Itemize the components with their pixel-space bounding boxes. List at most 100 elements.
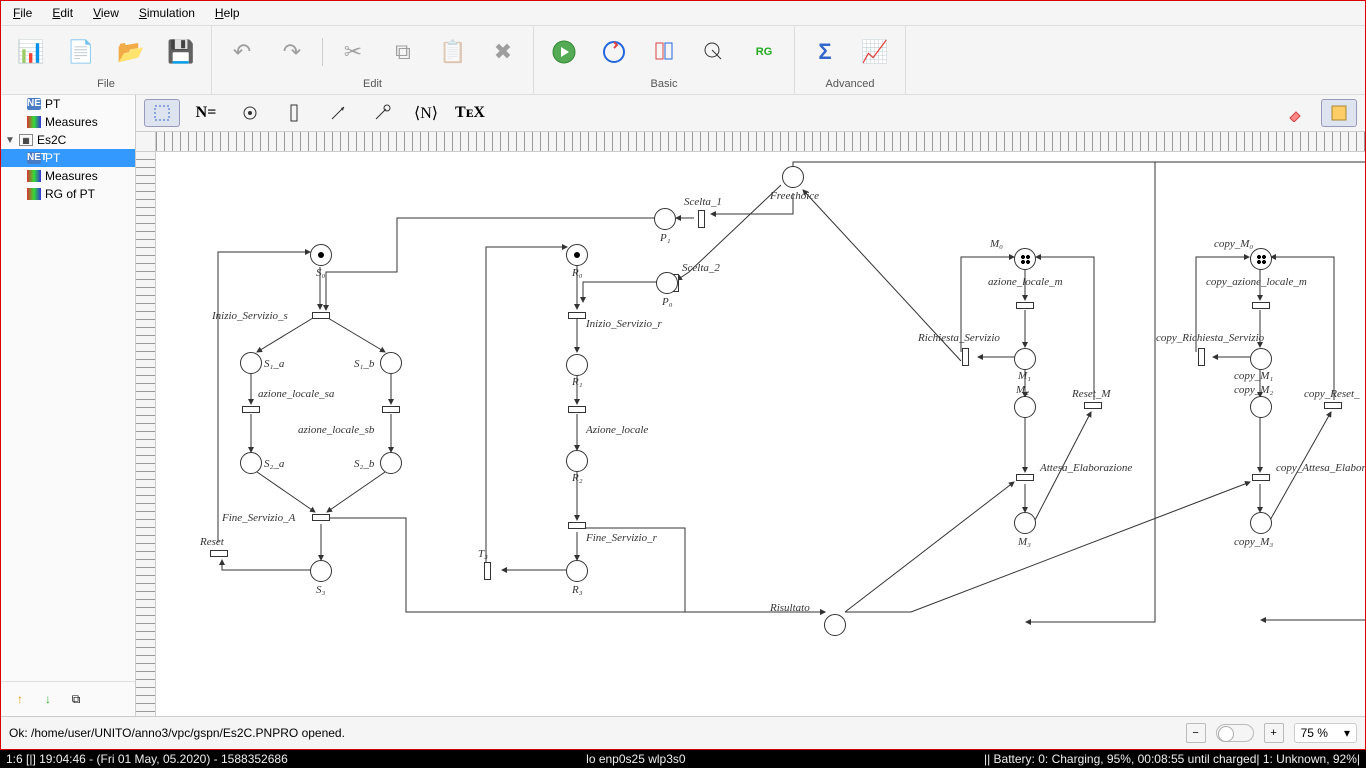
label: copy_M₂	[1234, 384, 1273, 396]
place-m2[interactable]	[1014, 396, 1036, 418]
place-m3[interactable]	[1014, 512, 1036, 534]
transition-copy-attesa[interactable]	[1252, 474, 1270, 481]
place-s2a[interactable]	[240, 452, 262, 474]
place-s0[interactable]	[310, 244, 332, 266]
measure-button[interactable]	[690, 32, 738, 72]
move-up-button[interactable]: ↑	[9, 688, 31, 710]
zoom-value: 75 %	[1301, 726, 1328, 740]
transition-tool[interactable]	[276, 99, 312, 127]
tree-item-pt[interactable]: NET PT	[1, 95, 135, 113]
select-tool[interactable]	[144, 99, 180, 127]
tex-tool[interactable]: TᴇX	[452, 99, 488, 127]
new-project-button[interactable]: 📊	[7, 32, 55, 72]
play-button[interactable]	[540, 32, 588, 72]
canvas-viewport[interactable]: Freechoice Scelta_1 P₁ Scelta_2 P₀ S₀	[156, 152, 1365, 716]
transition-fine-s[interactable]	[312, 514, 330, 521]
transition-copy-reset[interactable]	[1324, 402, 1342, 409]
place-risultato[interactable]	[824, 614, 846, 636]
mode-toggle[interactable]	[1216, 724, 1254, 742]
transition-az-sa[interactable]	[242, 406, 260, 413]
move-down-button[interactable]: ↓	[37, 688, 59, 710]
tree-item-measures[interactable]: Measures	[1, 113, 135, 131]
transition-az-sb[interactable]	[382, 406, 400, 413]
ruler-toggle[interactable]	[1321, 99, 1357, 127]
place-copy-m0[interactable]	[1250, 248, 1272, 270]
transition-rich-serv[interactable]	[962, 348, 969, 366]
label: Inizio_Servizio_r	[586, 318, 662, 330]
transition-copy-rich[interactable]	[1198, 348, 1205, 366]
tree-item-rg[interactable]: RG of PT	[1, 185, 135, 203]
menu-simulation[interactable]: Simulation	[131, 3, 203, 23]
angle-n-tool[interactable]: ⟨N⟩	[408, 99, 444, 127]
cut-button[interactable]: ✂	[329, 32, 377, 72]
transition-reset-m[interactable]	[1084, 402, 1102, 409]
arrow-up-icon: ↑	[17, 692, 23, 706]
open-button[interactable]: 📂	[107, 32, 155, 72]
transition-fine-r[interactable]	[568, 522, 586, 529]
place-s2b[interactable]	[380, 452, 402, 474]
place-copy-m2[interactable]	[1250, 396, 1272, 418]
new-page-button[interactable]: 📄	[57, 32, 105, 72]
taskbar-left: 1:6 [|] 19:04:46 - (Fri 01 May, 05.2020)…	[6, 752, 288, 766]
transition-az-locale[interactable]	[568, 406, 586, 413]
transition-copy-az-m[interactable]	[1252, 302, 1270, 309]
inhibitor-tool[interactable]	[364, 99, 400, 127]
place-copy-m1[interactable]	[1250, 348, 1272, 370]
place-m1[interactable]	[1014, 348, 1036, 370]
tree-label: Measures	[45, 115, 98, 129]
transition-inizio-r[interactable]	[568, 312, 586, 319]
sigma-button[interactable]: Σ	[801, 32, 849, 72]
place-s1b[interactable]	[380, 352, 402, 374]
eraser-tool[interactable]	[1277, 99, 1313, 127]
transition-t3[interactable]	[484, 562, 491, 580]
tree-label: Es2C	[37, 133, 66, 147]
menu-file[interactable]: FFileile	[5, 3, 40, 23]
place-m0[interactable]	[1014, 248, 1036, 270]
place-p1[interactable]	[654, 208, 676, 230]
place-s1a[interactable]	[240, 352, 262, 374]
place-tool[interactable]	[232, 99, 268, 127]
transition-reset[interactable]	[210, 550, 228, 557]
label: M₁	[1018, 370, 1031, 382]
label: Reset	[200, 536, 224, 548]
zoom-dropdown[interactable]: 75 % ▾	[1294, 723, 1357, 743]
copy-button[interactable]: ⧉	[379, 32, 427, 72]
menu-help[interactable]: Help	[207, 3, 248, 23]
transition-inizio-s[interactable]	[312, 312, 330, 319]
place-r3[interactable]	[566, 560, 588, 582]
place-copy-m3[interactable]	[1250, 512, 1272, 534]
place-s3[interactable]	[310, 560, 332, 582]
place-r1[interactable]	[566, 354, 588, 376]
place-r0[interactable]	[566, 244, 588, 266]
arc-tool[interactable]	[320, 99, 356, 127]
paste-button[interactable]: 📋	[429, 32, 477, 72]
tree-item-measures-2[interactable]: Measures	[1, 167, 135, 185]
unfold-button[interactable]	[640, 32, 688, 72]
menu-view[interactable]: View	[85, 3, 127, 23]
zoom-in-button[interactable]: +	[1264, 723, 1284, 743]
label: R₃	[572, 584, 583, 596]
tree-item-pt-selected[interactable]: NET PT	[1, 149, 135, 167]
project-tree[interactable]: NET PT Measures ▼ ▦ Es2C NET PT	[1, 95, 135, 681]
n-eq-tool[interactable]: N=	[188, 99, 224, 127]
label: Risultato	[770, 602, 810, 614]
transition-scelta1[interactable]	[698, 210, 705, 228]
place-r2[interactable]	[566, 450, 588, 472]
step-button[interactable]	[590, 32, 638, 72]
advanced-tool-button[interactable]: 📈	[851, 32, 899, 72]
menu-edit[interactable]: Edit	[44, 3, 81, 23]
label: Fine_Servizio_r	[586, 532, 657, 544]
rg-button[interactable]: RG	[740, 32, 788, 72]
tree-item-project[interactable]: ▼ ▦ Es2C	[1, 131, 135, 149]
transition-attesa[interactable]	[1016, 474, 1034, 481]
duplicate-button[interactable]: ⧉	[65, 688, 87, 710]
delete-button[interactable]: ✖	[479, 32, 527, 72]
place-freechoice[interactable]	[782, 166, 804, 188]
transition-az-m[interactable]	[1016, 302, 1034, 309]
undo-button[interactable]: ↶	[218, 32, 266, 72]
place-p0[interactable]	[656, 272, 678, 294]
zoom-out-button[interactable]: −	[1186, 723, 1206, 743]
save-button[interactable]: 💾	[157, 32, 205, 72]
redo-button[interactable]: ↷	[268, 32, 316, 72]
petri-net-canvas[interactable]: Freechoice Scelta_1 P₁ Scelta_2 P₀ S₀	[156, 152, 1365, 712]
